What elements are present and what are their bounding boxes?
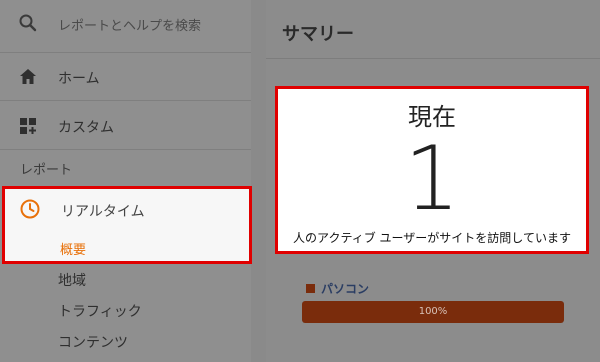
device-share-percent: 100% <box>418 306 448 317</box>
divider <box>0 100 251 101</box>
sidebar-item-label: カスタム <box>58 120 114 136</box>
sidebar-item-home[interactable]: ホーム <box>0 60 251 94</box>
page-header: サマリー <box>266 10 600 50</box>
clock-icon <box>20 199 40 219</box>
sidebar-item-custom[interactable]: カスタム <box>0 109 251 143</box>
sidebar: レポートとヘルプを検索 ホーム カスタム レポート リアルタイム 概要 地域 ト… <box>0 0 252 362</box>
section-label-reports: レポート <box>20 163 73 178</box>
divider <box>0 149 251 150</box>
device-legend: パソコン <box>306 280 369 297</box>
page-title: サマリー <box>282 24 354 45</box>
legend-swatch <box>306 284 315 293</box>
search-bar[interactable]: レポートとヘルプを検索 <box>0 0 251 48</box>
active-users-card: 現在 1 人のアクティブ ユーザーがサイトを訪問しています <box>275 86 589 254</box>
sidebar-item-label: リアルタイム <box>61 204 145 220</box>
active-users-count: 1 <box>404 127 460 230</box>
divider <box>0 52 251 53</box>
sidebar-item-realtime[interactable]: リアルタイム 概要 <box>2 186 252 264</box>
divider <box>266 58 600 59</box>
sidebar-subitem-content[interactable]: コンテンツ <box>58 332 128 352</box>
card-caption: 人のアクティブ ユーザーがサイトを訪問しています <box>293 231 571 245</box>
dashboard-add-icon <box>20 118 36 134</box>
search-icon <box>19 14 37 32</box>
sidebar-item-label: ホーム <box>58 71 100 87</box>
sidebar-subitem-traffic[interactable]: トラフィック <box>58 301 142 321</box>
device-share-bar: 100% <box>302 301 564 323</box>
sidebar-subitem-location[interactable]: 地域 <box>58 270 86 290</box>
legend-label: パソコン <box>321 282 370 296</box>
search-input[interactable]: レポートとヘルプを検索 <box>58 15 201 34</box>
sidebar-subitem-overview[interactable]: 概要 <box>60 239 86 258</box>
home-icon <box>20 69 36 84</box>
